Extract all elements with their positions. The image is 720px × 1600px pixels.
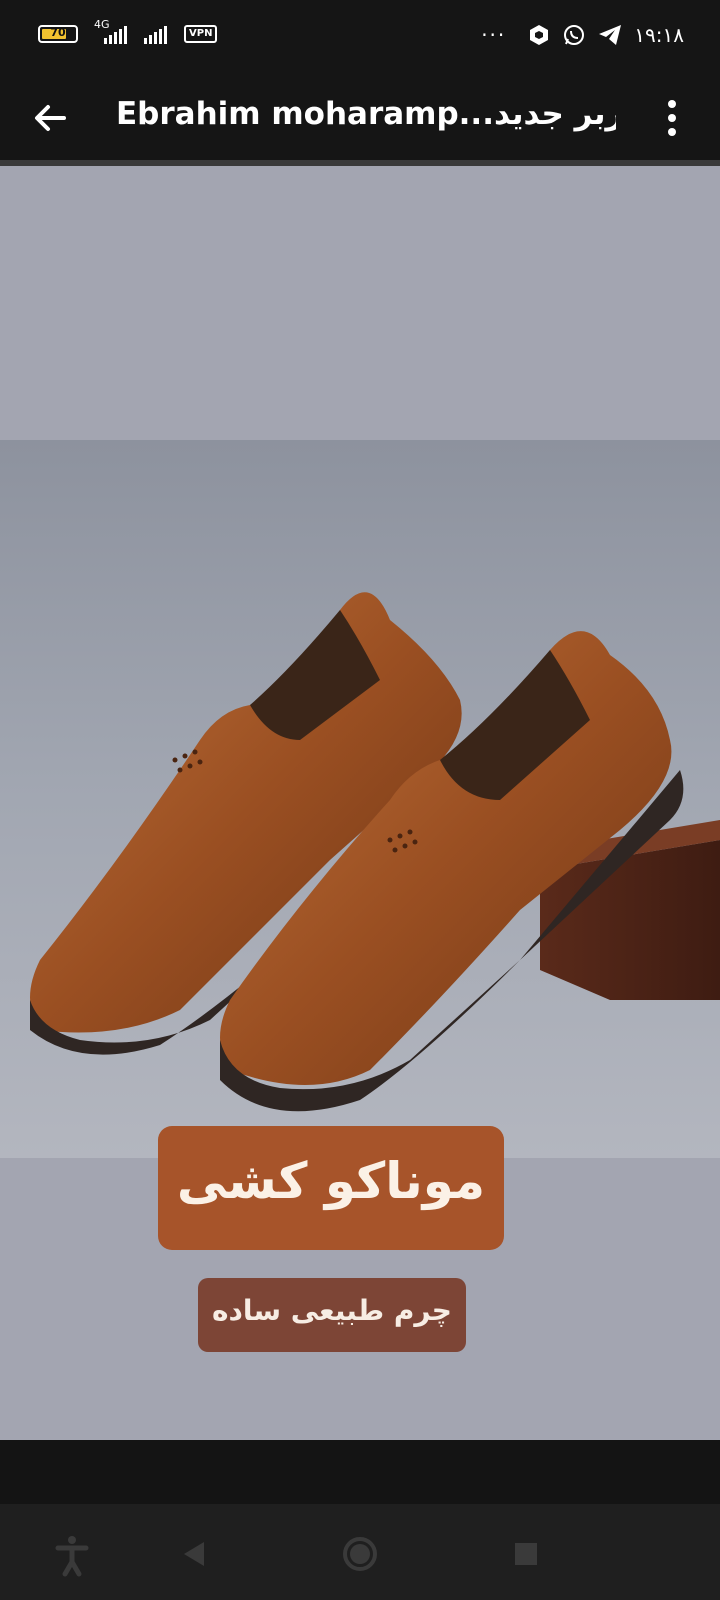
vpn-icon: VPN <box>184 25 218 43</box>
back-triangle-icon <box>184 1542 204 1566</box>
app-bar: Ebrahim moharamp...کاربر جدید <box>0 72 720 160</box>
image-viewer[interactable]: موناکو کشی چرم طبیعی ساده <box>0 166 720 1440</box>
back-button[interactable] <box>30 98 70 138</box>
navigation-bar <box>0 1504 720 1600</box>
product-name-badge: موناکو کشی <box>158 1126 504 1250</box>
accessibility-button[interactable] <box>44 1526 100 1582</box>
nav-home-button[interactable] <box>332 1526 388 1582</box>
nav-recents-button[interactable] <box>498 1526 554 1582</box>
arrow-left-icon <box>35 105 66 131</box>
hexagon-app-icon <box>530 25 549 45</box>
accessibility-icon <box>55 1536 89 1577</box>
shoes-photo <box>0 440 720 1158</box>
bottom-strip <box>0 1440 720 1504</box>
signal-icon-2 <box>144 26 167 44</box>
clock: ۱۹:۱۸ <box>634 23 684 47</box>
home-circle-icon <box>343 1537 377 1571</box>
signal-icon <box>104 26 127 44</box>
telegram-icon <box>599 25 622 45</box>
status-bar: 70 4G VPN ··· ۱۹:۱۸ <box>0 0 720 72</box>
status-right-group: ··· ۱۹:۱۸ <box>481 20 684 50</box>
battery-nub <box>38 25 78 43</box>
notification-dots-icon: ··· <box>481 23 507 47</box>
product-detail-badge: چرم طبیعی ساده <box>198 1278 466 1352</box>
whatsapp-icon <box>564 25 585 45</box>
recents-square-icon <box>515 1543 537 1565</box>
page-title: Ebrahim moharamp...کاربر جدید <box>116 96 616 132</box>
more-vertical-icon <box>668 100 676 108</box>
nav-back-button[interactable] <box>166 1526 222 1582</box>
more-options-button[interactable] <box>660 96 684 140</box>
